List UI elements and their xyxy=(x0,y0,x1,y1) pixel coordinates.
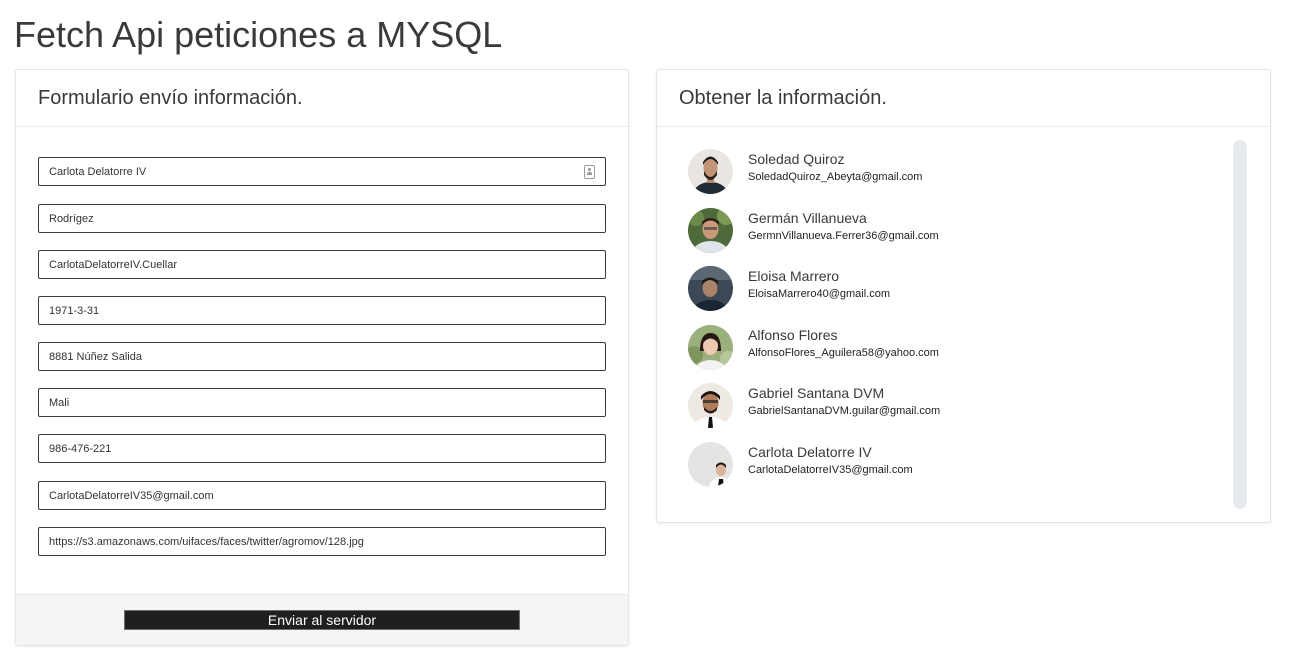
list-card: Obtener la información. Soledad Quiroz S… xyxy=(656,69,1271,523)
user-email: GermnVillanueva.Ferrer36@gmail.com xyxy=(748,230,939,242)
send-to-server-button[interactable]: Enviar al servidor xyxy=(124,610,520,630)
user-email: CarlotaDelatorreIV35@gmail.com xyxy=(748,464,913,476)
user-avatar xyxy=(688,266,733,311)
username-field[interactable] xyxy=(38,250,606,279)
first-name-field[interactable] xyxy=(38,157,606,186)
user-avatar xyxy=(688,325,733,370)
user-avatar xyxy=(688,383,733,428)
list-card-title: Obtener la información. xyxy=(679,86,887,109)
user-list: Soledad Quiroz SoledadQuiroz_Abeyta@gmai… xyxy=(657,127,1270,523)
form-card: Formulario envío información. Carlota De… xyxy=(15,69,629,646)
form-card-header: Formulario envío información. xyxy=(16,70,628,127)
user-name: Gabriel Santana DVM xyxy=(748,385,885,401)
first-name-input[interactable] xyxy=(49,165,584,178)
user-name: Alfonso Flores xyxy=(748,327,838,343)
birthdate-input[interactable] xyxy=(49,304,595,317)
country-input[interactable] xyxy=(49,396,595,409)
user-name: Carlota Delatorre IV xyxy=(748,444,872,460)
address-input[interactable] xyxy=(49,350,595,363)
country-field[interactable] xyxy=(38,388,606,417)
list-card-header: Obtener la información. xyxy=(657,70,1270,127)
user-email: SoledadQuiroz_Abeyta@gmail.com xyxy=(748,171,923,183)
user-name: Eloisa Marrero xyxy=(748,268,840,284)
user-avatar xyxy=(688,149,733,194)
email-input[interactable] xyxy=(49,489,595,502)
phone-field[interactable] xyxy=(38,434,606,463)
form-card-footer: Enviar al servidor xyxy=(16,594,628,645)
user-email: GabrielSantanaDVM.guilar@gmail.com xyxy=(748,405,941,417)
user-email: EloisaMarrero40@gmail.com xyxy=(748,288,890,300)
last-name-field[interactable] xyxy=(38,204,606,233)
last-name-input[interactable] xyxy=(49,212,595,225)
list-item: Alfonso Flores AlfonsoFlores_Aguilera58@… xyxy=(688,325,1208,373)
user-name: Soledad Quiroz xyxy=(748,151,845,167)
user-avatar xyxy=(688,442,733,487)
phone-input[interactable] xyxy=(49,442,595,455)
avatar-url-field[interactable] xyxy=(38,527,606,556)
form-card-title: Formulario envío información. xyxy=(38,86,303,109)
list-item: Germán Villanueva GermnVillanueva.Ferrer… xyxy=(688,208,1208,256)
user-avatar xyxy=(688,208,733,253)
list-item: Eloisa Marrero EloisaMarrero40@gmail.com xyxy=(688,266,1208,314)
user-email: AlfonsoFlores_Aguilera58@yahoo.com xyxy=(748,347,939,359)
list-item: Carlota Delatorre IV CarlotaDelatorreIV3… xyxy=(688,442,1208,490)
page-title: Fetch Api peticiones a MYSQL xyxy=(14,14,503,55)
birthdate-field[interactable] xyxy=(38,296,606,325)
list-scrollbar[interactable] xyxy=(1233,140,1247,509)
email-field[interactable] xyxy=(38,481,606,510)
list-item: Soledad Quiroz SoledadQuiroz_Abeyta@gmai… xyxy=(688,149,1208,197)
user-name: Germán Villanueva xyxy=(748,210,867,226)
avatar-url-input[interactable] xyxy=(49,535,595,548)
username-input[interactable] xyxy=(49,258,595,271)
address-field[interactable] xyxy=(38,342,606,371)
list-item: Gabriel Santana DVM GabrielSantanaDVM.gu… xyxy=(688,383,1208,431)
contact-card-icon[interactable] xyxy=(584,164,595,179)
form-body xyxy=(16,127,628,597)
